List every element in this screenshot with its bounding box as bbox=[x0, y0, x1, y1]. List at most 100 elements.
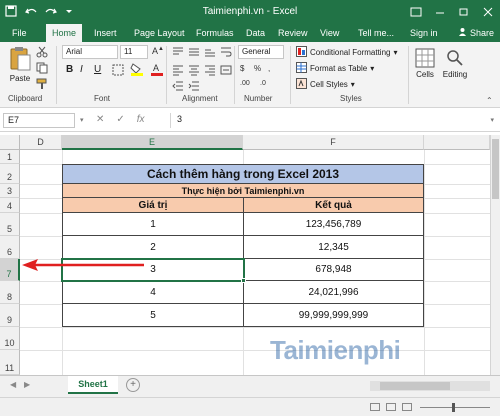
tab-file[interactable]: File bbox=[6, 24, 33, 42]
underline-icon[interactable]: U bbox=[94, 64, 101, 75]
vertical-scroll-thumb[interactable] bbox=[492, 139, 499, 199]
horizontal-scroll-thumb[interactable] bbox=[380, 382, 450, 390]
table-cell[interactable]: 4 bbox=[62, 280, 244, 304]
header-cell-result[interactable]: Kết quả bbox=[243, 197, 424, 213]
editing-button[interactable]: Editing bbox=[440, 48, 470, 79]
font-size-select[interactable]: 11 bbox=[120, 45, 148, 59]
column-header-g[interactable] bbox=[424, 135, 490, 150]
sign-in-link[interactable]: Sign in bbox=[404, 24, 444, 42]
row-header[interactable]: 11 bbox=[0, 350, 20, 375]
increase-decimal-icon[interactable]: .00 bbox=[240, 80, 250, 87]
table-cell[interactable]: 24,021,996 bbox=[243, 280, 424, 304]
row-header[interactable]: 9 bbox=[0, 304, 20, 327]
cell-styles-button[interactable]: Cell Styles ▾ bbox=[296, 78, 355, 91]
table-cell[interactable]: 5 bbox=[62, 303, 244, 327]
row-header[interactable]: 8 bbox=[0, 281, 20, 304]
font-color-icon[interactable]: A bbox=[150, 62, 164, 78]
top-align-icon[interactable] bbox=[172, 46, 184, 60]
tell-me-box[interactable]: Tell me... bbox=[352, 24, 400, 42]
copy-icon[interactable] bbox=[36, 62, 48, 76]
tab-review[interactable]: Review bbox=[272, 24, 314, 42]
prev-sheet-icon[interactable]: ◀ bbox=[10, 380, 16, 389]
row-header[interactable]: 10 bbox=[0, 327, 20, 350]
center-icon[interactable] bbox=[188, 64, 200, 78]
select-all-corner[interactable] bbox=[0, 135, 20, 150]
tab-page-layout[interactable]: Page Layout bbox=[128, 24, 191, 42]
zoom-slider[interactable] bbox=[420, 407, 490, 408]
cells-button[interactable]: Cells bbox=[412, 48, 438, 79]
tab-formulas[interactable]: Formulas bbox=[190, 24, 240, 42]
bottom-align-icon[interactable] bbox=[204, 46, 216, 60]
table-cell[interactable]: 678,948 bbox=[243, 258, 424, 281]
wrap-text-icon[interactable] bbox=[220, 46, 232, 60]
normal-view-icon[interactable] bbox=[370, 403, 380, 411]
name-box[interactable]: E7 bbox=[3, 113, 75, 128]
ribbon-display-icon[interactable] bbox=[404, 0, 428, 24]
tab-insert[interactable]: Insert bbox=[88, 24, 123, 42]
align-left-icon[interactable] bbox=[172, 64, 184, 78]
row-header[interactable]: 7 bbox=[0, 259, 20, 281]
collapse-ribbon-icon[interactable]: ⌃ bbox=[486, 96, 493, 105]
tab-home[interactable]: Home bbox=[46, 24, 83, 42]
decrease-decimal-icon[interactable]: .0 bbox=[260, 80, 266, 87]
next-sheet-icon[interactable]: ▶ bbox=[24, 380, 30, 389]
format-painter-icon[interactable] bbox=[36, 78, 48, 92]
cancel-icon[interactable]: ✕ bbox=[96, 114, 104, 125]
vertical-scrollbar[interactable] bbox=[490, 135, 500, 375]
header-cell-value[interactable]: Giá trị bbox=[62, 197, 244, 213]
merge-center-icon[interactable] bbox=[220, 64, 232, 78]
bold-icon[interactable]: B bbox=[66, 64, 73, 75]
column-header-e[interactable]: E bbox=[62, 135, 243, 150]
fill-color-icon[interactable] bbox=[130, 62, 144, 78]
paste-button[interactable]: Paste bbox=[6, 46, 34, 83]
row-header[interactable]: 5 bbox=[0, 213, 20, 236]
column-header-d[interactable]: D bbox=[20, 135, 62, 150]
borders-icon[interactable] bbox=[112, 64, 124, 78]
minimize-icon[interactable] bbox=[428, 0, 452, 24]
row-header[interactable]: 3 bbox=[0, 184, 20, 198]
row-header[interactable]: 4 bbox=[0, 198, 20, 213]
page-break-view-icon[interactable] bbox=[402, 403, 412, 411]
share-button[interactable]: Share bbox=[452, 24, 500, 42]
conditional-formatting-button[interactable]: Conditional Formatting ▾ bbox=[296, 46, 398, 59]
middle-align-icon[interactable] bbox=[188, 46, 200, 60]
zoom-slider-thumb[interactable] bbox=[452, 403, 455, 412]
comma-style-icon[interactable]: , bbox=[268, 64, 270, 73]
fill-handle[interactable] bbox=[241, 278, 246, 283]
table-cell[interactable]: 12,345 bbox=[243, 235, 424, 259]
table-cell[interactable]: 123,456,789 bbox=[243, 212, 424, 236]
new-sheet-icon[interactable]: + bbox=[126, 378, 140, 392]
table-title-cell[interactable]: Cách thêm hàng trong Excel 2013 bbox=[62, 164, 424, 184]
expand-formula-bar-icon[interactable]: ▾ bbox=[490, 116, 494, 124]
decrease-indent-icon[interactable] bbox=[172, 80, 184, 94]
horizontal-scrollbar[interactable] bbox=[370, 381, 490, 391]
table-subtitle-cell[interactable]: Thực hiện bởi Taimienphi.vn bbox=[62, 183, 424, 198]
close-icon[interactable] bbox=[476, 0, 500, 24]
accounting-format-icon[interactable]: $ bbox=[240, 64, 244, 73]
name-box-dropdown-icon[interactable]: ▾ bbox=[80, 116, 84, 124]
row-header[interactable]: 6 bbox=[0, 236, 20, 259]
row-header[interactable]: 2 bbox=[0, 164, 20, 184]
insert-function-icon[interactable]: fx bbox=[137, 114, 145, 125]
tab-data[interactable]: Data bbox=[240, 24, 271, 42]
number-format-select[interactable]: General bbox=[238, 45, 284, 59]
sheet-tab-sheet1[interactable]: Sheet1 bbox=[68, 376, 118, 394]
restore-icon[interactable] bbox=[452, 0, 476, 24]
column-header-f[interactable]: F bbox=[243, 135, 424, 150]
font-family-select[interactable]: Arial bbox=[62, 45, 118, 59]
cut-icon[interactable] bbox=[36, 46, 48, 60]
align-right-icon[interactable] bbox=[204, 64, 216, 78]
page-layout-view-icon[interactable] bbox=[386, 403, 396, 411]
formula-input[interactable]: 3 bbox=[170, 113, 482, 128]
tab-view[interactable]: View bbox=[314, 24, 345, 42]
grow-font-icon[interactable]: A▲ bbox=[152, 46, 164, 56]
table-cell[interactable]: 99,999,999,999 bbox=[243, 303, 424, 327]
enter-icon[interactable]: ✓ bbox=[116, 114, 124, 125]
table-cell[interactable]: 2 bbox=[62, 235, 244, 259]
format-as-table-button[interactable]: Format as Table ▾ bbox=[296, 62, 374, 75]
increase-indent-icon[interactable] bbox=[188, 80, 200, 94]
table-cell[interactable]: 1 bbox=[62, 212, 244, 236]
italic-icon[interactable]: I bbox=[80, 64, 83, 75]
percent-style-icon[interactable]: % bbox=[254, 64, 261, 73]
row-header[interactable]: 1 bbox=[0, 150, 20, 164]
